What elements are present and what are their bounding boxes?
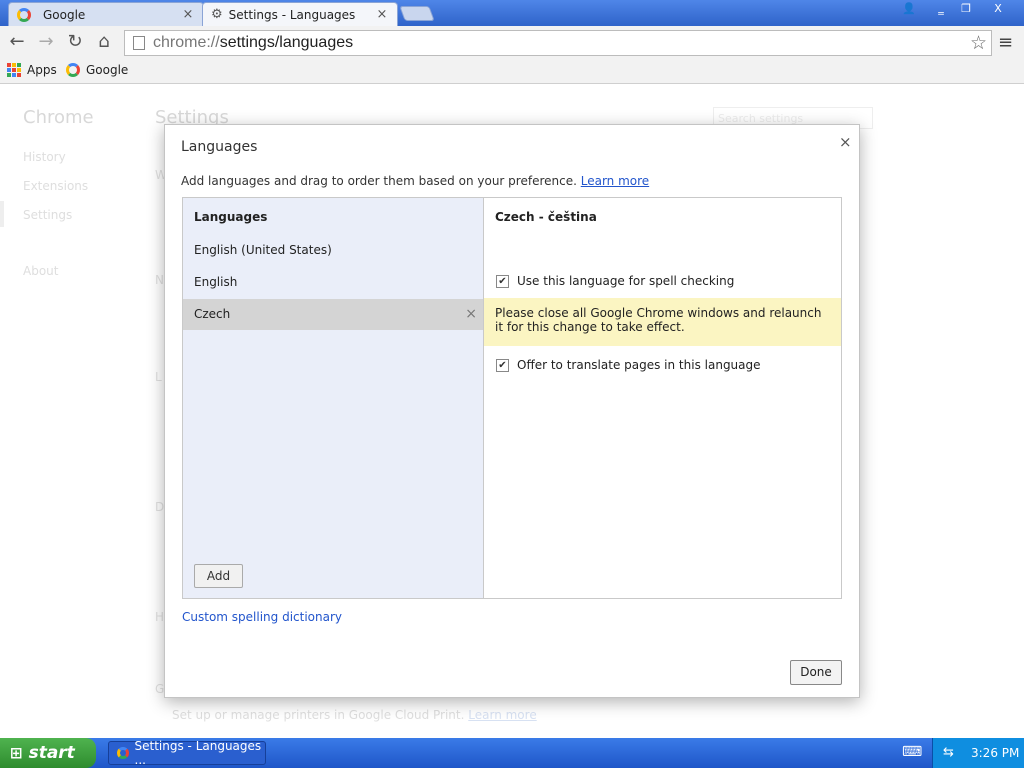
maximize-button[interactable]: ❐ (955, 1, 977, 17)
translate-label: Offer to translate pages in this languag… (517, 358, 761, 372)
relaunch-notice: Please close all Google Chrome windows a… (484, 298, 841, 346)
description-text: Add languages and drag to order them bas… (181, 174, 577, 188)
close-window-button[interactable]: X (983, 1, 1013, 17)
bookmark-star-icon[interactable]: ☆ (970, 32, 987, 54)
network-icon[interactable]: ⇆ (943, 745, 954, 760)
language-list: Languages English (United States) Englis… (183, 198, 484, 598)
system-tray: ⇆ 3:26 PM (932, 738, 1024, 768)
browser-titlebar: Google × ⚙ Settings - Languages × 👤 ‗ ❐ … (0, 0, 1024, 26)
url-text[interactable]: chrome://settings/languages (153, 34, 353, 52)
remove-language-icon[interactable]: × (465, 306, 477, 322)
tab-title: Settings - Languages (228, 7, 356, 22)
dialog-description: Add languages and drag to order them bas… (181, 174, 649, 188)
home-icon[interactable]: ⌂ (93, 31, 115, 53)
language-item-czech[interactable]: Czech × (183, 299, 483, 330)
google-favicon-icon (17, 7, 31, 22)
spell-check-label: Use this language for spell checking (517, 274, 735, 288)
add-language-button[interactable]: Add (194, 564, 243, 588)
keyboard-icon[interactable]: ⌨ (902, 744, 922, 760)
google-favicon-icon (66, 63, 80, 77)
minimize-button[interactable]: ‗ (930, 1, 952, 17)
dialog-title: Languages (181, 139, 258, 155)
page-icon (133, 36, 145, 50)
spell-check-checkbox[interactable]: ✔ (496, 274, 509, 288)
language-detail-panel: Czech - čeština ✔ Use this language for … (484, 198, 841, 598)
start-label: start (28, 743, 75, 763)
bookmark-apps[interactable]: Apps (7, 63, 57, 77)
language-item-english-us[interactable]: English (United States) (183, 235, 483, 266)
reload-icon[interactable]: ↻ (64, 31, 86, 53)
spell-check-option[interactable]: ✔ Use this language for spell checking (496, 274, 734, 288)
custom-spelling-dictionary-link[interactable]: Custom spelling dictionary (182, 610, 342, 624)
bookmark-label: Google (86, 63, 129, 77)
windows-logo-icon: ⊞ (10, 744, 23, 762)
language-list-header: Languages (194, 210, 268, 224)
clock[interactable]: 3:26 PM (971, 746, 1019, 760)
done-button[interactable]: Done (790, 660, 842, 685)
chrome-icon (117, 747, 129, 759)
new-tab-button[interactable] (399, 6, 435, 21)
dialog-close-icon[interactable]: × (839, 133, 852, 151)
apps-grid-icon (7, 63, 21, 77)
language-item-english[interactable]: English (183, 267, 483, 298)
bookmarks-bar: Apps Google (0, 60, 1024, 84)
chrome-menu-icon[interactable]: ≡ (998, 32, 1014, 53)
taskbar-item-chrome[interactable]: Settings - Languages ... (108, 739, 266, 767)
tab-google[interactable]: Google × (8, 2, 204, 26)
language-editor: Languages English (United States) Englis… (182, 197, 842, 599)
learn-more-link[interactable]: Learn more (581, 174, 649, 188)
language-item-label: Czech (194, 307, 231, 321)
languages-dialog: Languages × Add languages and drag to or… (164, 124, 860, 698)
bookmark-google[interactable]: Google (66, 63, 128, 77)
forward-arrow-icon[interactable]: → (35, 31, 57, 53)
taskbar: ⊞ start Settings - Languages ... ⌨ ⇆ 3:2… (0, 738, 1024, 768)
start-button[interactable]: ⊞ start (0, 738, 96, 768)
translate-checkbox[interactable]: ✔ (496, 358, 509, 372)
translate-option[interactable]: ✔ Offer to translate pages in this langu… (496, 358, 761, 372)
language-detail-header: Czech - čeština (495, 210, 597, 224)
tab-close-icon[interactable]: × (181, 7, 195, 22)
taskbar-item-label: Settings - Languages ... (134, 739, 262, 767)
tab-close-icon[interactable]: × (375, 7, 389, 22)
gear-icon: ⚙ (211, 7, 223, 22)
back-arrow-icon[interactable]: ← (6, 31, 28, 53)
browser-toolbar: ← → ↻ ⌂ chrome://settings/languages ☆ ≡ (0, 26, 1024, 60)
tab-settings-languages[interactable]: ⚙ Settings - Languages × (202, 2, 398, 26)
address-bar[interactable]: chrome://settings/languages ☆ (124, 30, 992, 56)
url-prefix: chrome:// (153, 34, 220, 51)
user-icon[interactable]: 👤 (898, 1, 920, 17)
tab-title: Google (43, 7, 86, 22)
bookmark-label: Apps (27, 63, 57, 77)
url-path: settings/languages (219, 34, 354, 51)
